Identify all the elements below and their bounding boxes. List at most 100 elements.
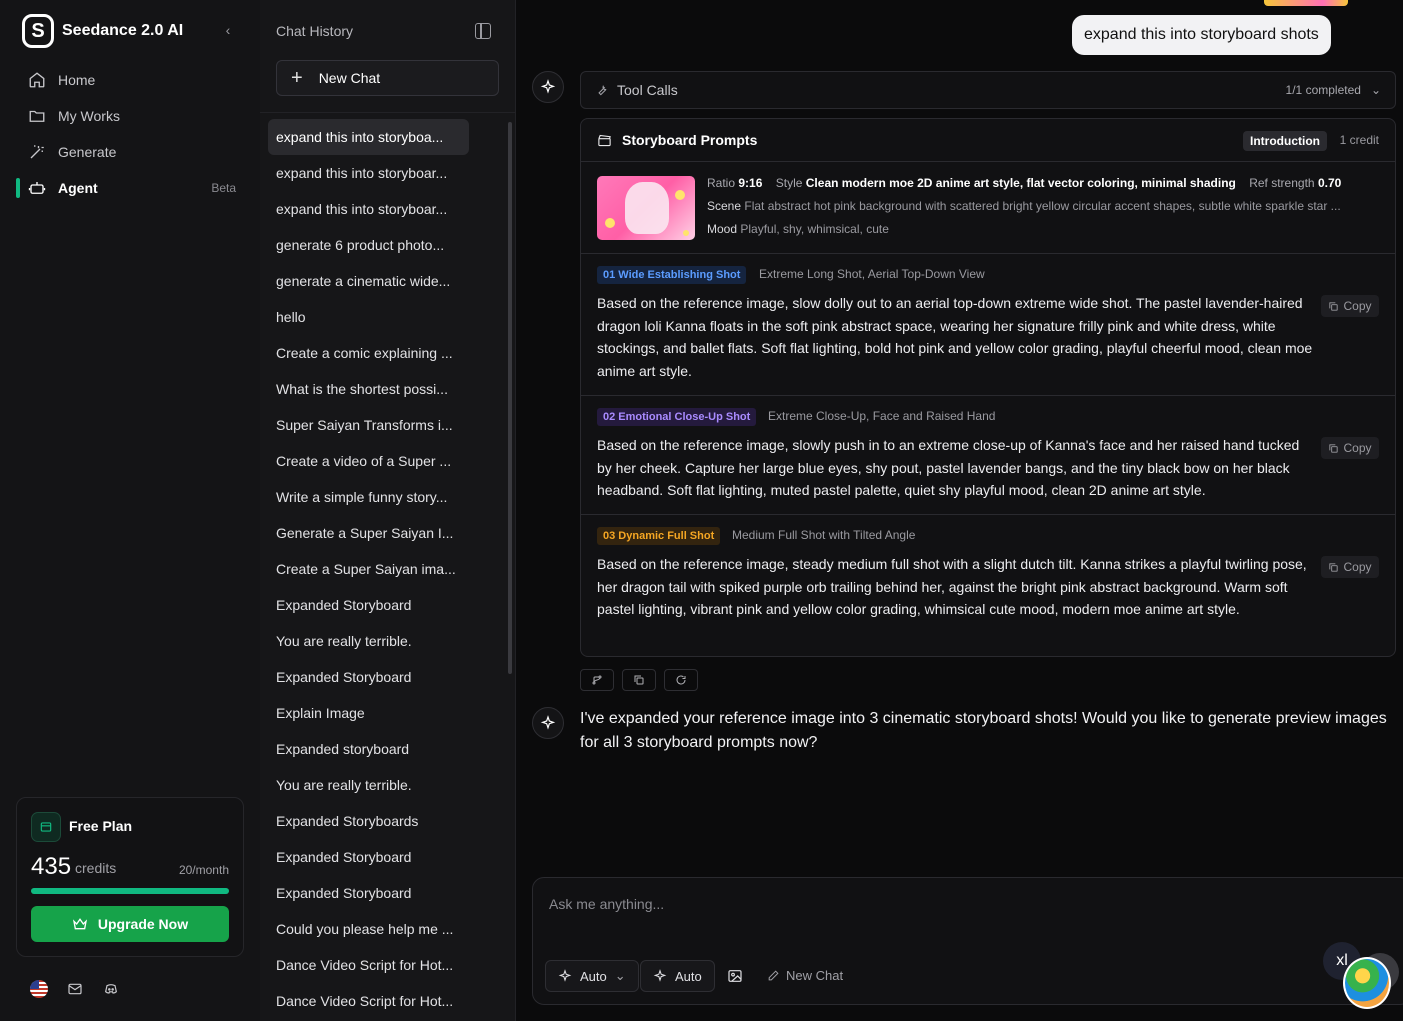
brand-logo: S bbox=[22, 14, 54, 48]
storyboard-shot: 03 Dynamic Full Shot Medium Full Shot wi… bbox=[581, 515, 1395, 656]
ai-avatar bbox=[532, 71, 564, 103]
history-item[interactable]: Dance Video Script for Hot... bbox=[268, 983, 469, 1019]
clapperboard-icon bbox=[598, 134, 611, 146]
history-item[interactable]: Explain Image bbox=[268, 695, 469, 731]
meta-line-settings: Ratio 9:16 Style Clean modern moe 2D ani… bbox=[707, 176, 1379, 190]
history-item[interactable]: Expanded Storyboard bbox=[268, 659, 469, 695]
upgrade-button[interactable]: Upgrade Now bbox=[31, 906, 229, 942]
nav-item-label: My Works bbox=[58, 108, 120, 124]
nav-item-label: Generate bbox=[58, 144, 117, 160]
mode-button-label: Auto bbox=[675, 968, 702, 984]
history-item[interactable]: Could you please help me ... bbox=[268, 911, 469, 947]
footer-icons bbox=[30, 980, 120, 998]
composer-new-chat-button[interactable]: New Chat bbox=[767, 968, 843, 983]
shot-prompt-text: Based on the reference image, steady med… bbox=[597, 556, 1307, 618]
sidebar-toggle-icon[interactable] bbox=[475, 23, 491, 39]
history-item[interactable]: Expanded Storyboard bbox=[268, 875, 469, 911]
history-scrollbar[interactable] bbox=[508, 122, 512, 674]
image-upload-button[interactable] bbox=[727, 968, 743, 984]
meta-line-scene: Scene Flat abstract hot pink background … bbox=[707, 199, 1379, 213]
magic-wand-icon bbox=[30, 145, 44, 159]
assistant-launcher-icon[interactable] bbox=[1343, 957, 1391, 1009]
chat-input[interactable] bbox=[549, 896, 1309, 912]
copy-message-button[interactable] bbox=[622, 669, 656, 691]
reference-image-thumbnail[interactable] bbox=[1264, 0, 1348, 6]
wallet-icon bbox=[40, 822, 52, 832]
history-item[interactable]: Expanded storyboard bbox=[268, 731, 469, 767]
storyboard-header: Storyboard Prompts Introduction 1 credit bbox=[581, 119, 1395, 162]
style-value: Clean modern moe 2D anime art style, fla… bbox=[805, 176, 1236, 190]
history-item[interactable]: expand this into storyboar... bbox=[268, 191, 469, 227]
mode-button[interactable]: Auto bbox=[640, 960, 715, 992]
tool-calls-status: 1/1 completed ⌄ bbox=[1286, 83, 1381, 97]
copy-icon bbox=[1329, 443, 1339, 453]
history-item[interactable]: Create a comic explaining ... bbox=[268, 335, 469, 371]
ref-strength-value: 0.70 bbox=[1317, 176, 1342, 190]
copy-label: Copy bbox=[1343, 299, 1372, 313]
history-item[interactable]: generate 6 product photo... bbox=[268, 227, 469, 263]
copy-icon bbox=[1329, 301, 1339, 311]
history-item[interactable]: expand this into storyboar... bbox=[268, 155, 469, 191]
branch-button[interactable] bbox=[580, 669, 614, 691]
copy-button[interactable]: Copy bbox=[1321, 295, 1379, 317]
sparkle-icon bbox=[540, 715, 556, 730]
storyboard-shot: 02 Emotional Close-Up Shot Extreme Close… bbox=[581, 396, 1395, 515]
storyboard-title: Storyboard Prompts bbox=[622, 132, 758, 148]
nav-item-label: Agent bbox=[58, 180, 98, 196]
divider bbox=[260, 112, 515, 113]
history-item[interactable]: You are really terrible. bbox=[268, 623, 469, 659]
shot-prompt-text: Based on the reference image, slow dolly… bbox=[597, 295, 1313, 380]
plan-icon bbox=[31, 812, 61, 842]
nav-item-agent[interactable]: Agent Beta bbox=[16, 171, 244, 205]
tool-calls-toggle[interactable]: Tool Calls 1/1 completed ⌄ bbox=[580, 71, 1396, 109]
user-message: expand this into storyboard shots bbox=[1072, 15, 1331, 55]
history-item[interactable]: What is the shortest possi... bbox=[268, 371, 469, 407]
copy-button[interactable]: Copy bbox=[1321, 437, 1379, 459]
edit-icon bbox=[768, 970, 779, 981]
chat-history-title: Chat History bbox=[276, 23, 354, 39]
introduction-badge[interactable]: Introduction bbox=[1243, 131, 1327, 151]
reference-image[interactable] bbox=[597, 176, 695, 240]
history-item[interactable]: Expanded Storyboard bbox=[268, 587, 469, 623]
nav-item-home[interactable]: Home bbox=[16, 63, 244, 97]
history-item[interactable]: hello bbox=[268, 299, 469, 335]
brand[interactable]: S Seedance 2.0 AI bbox=[22, 14, 183, 48]
credits-count: 435 bbox=[31, 853, 72, 880]
chat-composer: Auto ⌄ Auto New Chat bbox=[532, 877, 1403, 1005]
folder-icon bbox=[29, 110, 45, 122]
upgrade-label: Upgrade Now bbox=[97, 916, 189, 932]
history-item[interactable]: Create a video of a Super ... bbox=[268, 443, 469, 479]
language-flag-icon[interactable] bbox=[30, 980, 48, 998]
ref-strength-key: Ref strength bbox=[1249, 176, 1315, 190]
history-item[interactable]: You are really terrible. bbox=[268, 767, 469, 803]
history-item[interactable]: Dance Video Script for Hot... bbox=[268, 947, 469, 983]
storyboard-card: Storyboard Prompts Introduction 1 credit… bbox=[580, 118, 1396, 657]
copy-icon bbox=[634, 675, 644, 685]
history-item[interactable]: Expanded Storyboards bbox=[268, 803, 469, 839]
model-select[interactable]: Auto ⌄ bbox=[545, 960, 639, 992]
mail-icon[interactable] bbox=[66, 980, 84, 998]
regenerate-button[interactable] bbox=[664, 669, 698, 691]
scene-key: Scene bbox=[707, 199, 742, 213]
ratio-value: 9:16 bbox=[738, 176, 763, 190]
new-chat-button[interactable]: + New Chat bbox=[276, 60, 499, 96]
copy-icon bbox=[1329, 562, 1339, 572]
nav-item-generate[interactable]: Generate bbox=[16, 135, 244, 169]
main-nav: S Seedance 2.0 AI ‹ Home My Works Genera… bbox=[0, 0, 260, 1021]
history-item[interactable]: Generate a Super Saiyan I... bbox=[268, 515, 469, 551]
sparkle-icon bbox=[558, 969, 572, 982]
history-item[interactable]: generate a cinematic wide... bbox=[268, 263, 469, 299]
discord-icon[interactable] bbox=[102, 980, 120, 998]
history-item[interactable]: expand this into storyboa... bbox=[268, 119, 469, 155]
history-item[interactable]: Create a Super Saiyan ima... bbox=[268, 551, 469, 587]
history-item[interactable]: Super Saiyan Transforms i... bbox=[268, 407, 469, 443]
nav-item-my-works[interactable]: My Works bbox=[16, 99, 244, 133]
copy-button[interactable]: Copy bbox=[1321, 556, 1379, 578]
chevron-down-icon: ⌄ bbox=[1370, 83, 1381, 97]
mood-key: Mood bbox=[707, 222, 738, 236]
message-actions bbox=[580, 669, 698, 691]
chevron-left-icon[interactable]: ‹ bbox=[220, 22, 236, 38]
history-item[interactable]: Expanded Storyboard bbox=[268, 839, 469, 875]
history-item[interactable]: Write a simple funny story... bbox=[268, 479, 469, 515]
plan-name: Free Plan bbox=[69, 818, 133, 834]
